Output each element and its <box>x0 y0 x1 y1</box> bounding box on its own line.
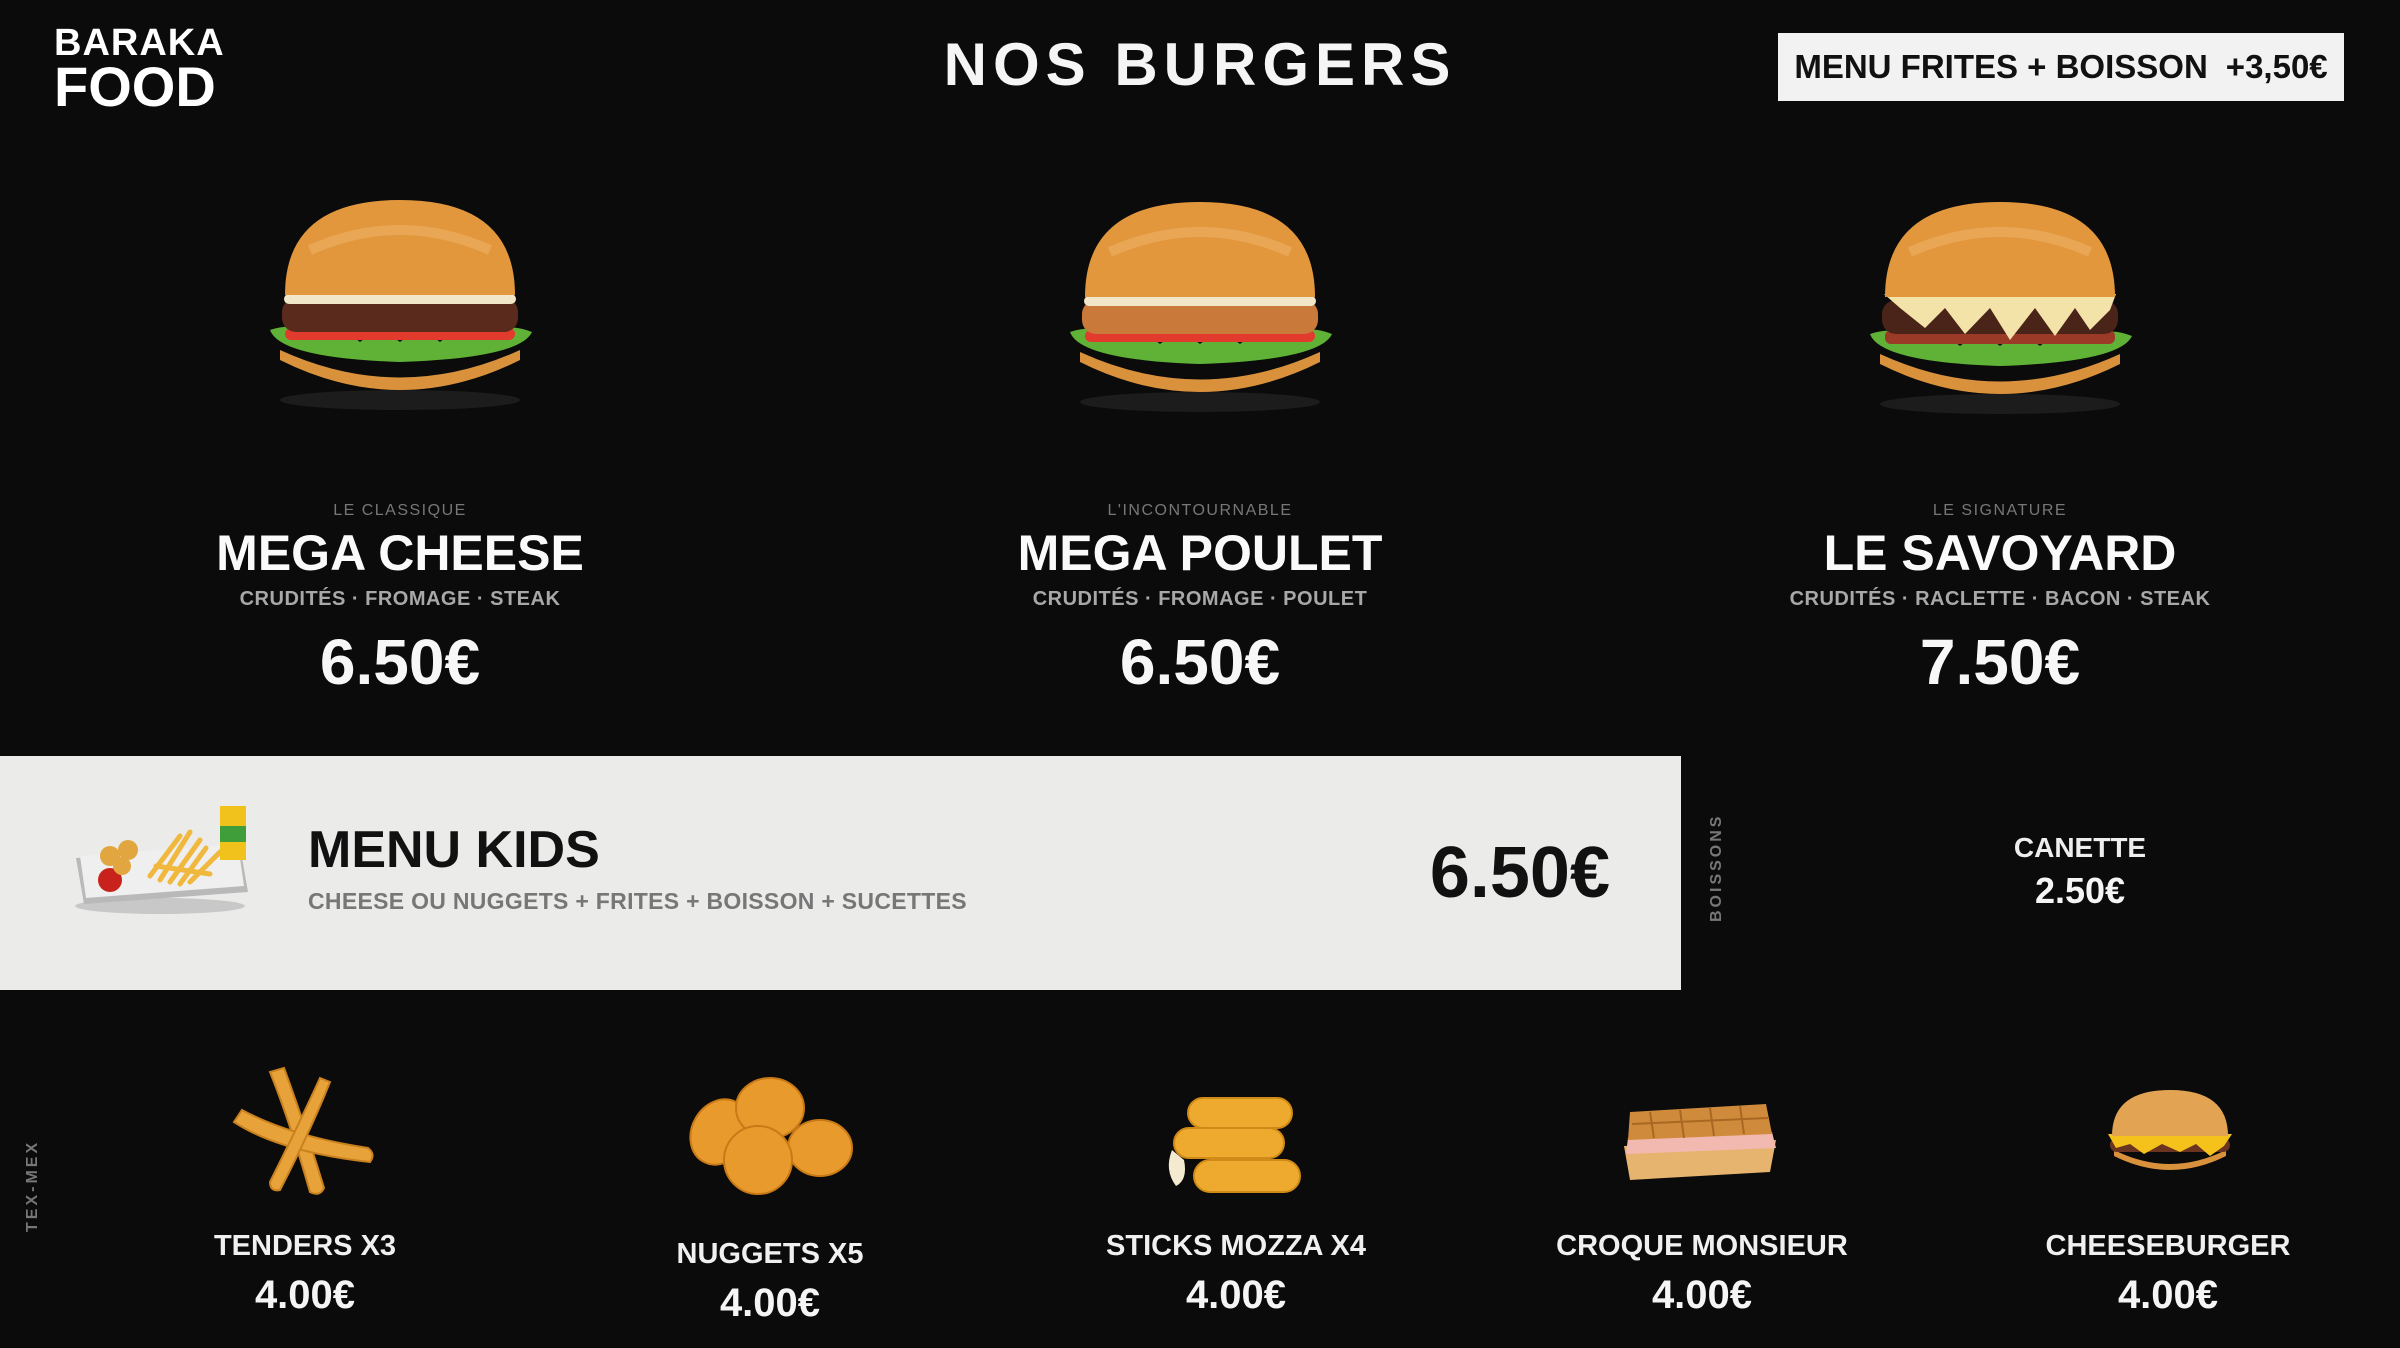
burger-name: LE SAVOYARD <box>1823 525 2177 581</box>
croque-monsieur-image <box>1624 1104 1776 1180</box>
texmex-item-price: 4.00€ <box>719 1281 821 1325</box>
texmex-item-price: 4.00€ <box>1185 1273 1287 1317</box>
texmex-item: CHEESEBURGER 4.00€ <box>1968 1230 2368 1318</box>
burger-ingredients: CRUDITÉS · FROMAGE · STEAK <box>239 588 561 610</box>
drink-name: CANETTE <box>2013 832 2147 863</box>
burger-image <box>1870 202 2132 414</box>
texmex-item-name: CHEESEBURGER <box>2045 1230 2291 1262</box>
burger-image <box>270 200 532 410</box>
burger-tag: LE CLASSIQUE <box>333 502 467 519</box>
texmex-item: NUGGETS X5 4.00€ <box>570 1238 970 1326</box>
drinks-section-label: BOISSONS <box>1708 813 1725 922</box>
burger-price: 6.50€ <box>319 626 481 698</box>
burger-ingredients: CRUDITÉS · FROMAGE · POULET <box>1032 588 1368 610</box>
texmex-item-name: STICKS MOZZA X4 <box>1106 1230 1366 1262</box>
combo-badge: MENU FRITES + BOISSON +3,50€ <box>1778 33 2344 101</box>
cheeseburger-image <box>2108 1090 2232 1170</box>
tenders-image <box>232 1066 374 1195</box>
texmex-item-price: 4.00€ <box>1651 1273 1753 1317</box>
burger-card: LE SIGNATURE LE SAVOYARD CRUDITÉS · RACL… <box>1600 190 2400 699</box>
burger-price: 6.50€ <box>1119 626 1281 698</box>
texmex-item-price: 4.00€ <box>254 1273 356 1317</box>
texmex-section-label: TEX-MEX <box>24 1139 41 1232</box>
burger-image <box>1070 202 1332 412</box>
texmex-item-price: 4.00€ <box>2117 1273 2219 1317</box>
burger-tag: LE SIGNATURE <box>1932 502 2068 519</box>
combo-label: MENU FRITES + BOISSON <box>1794 48 2208 85</box>
kids-menu-description: CHEESE OU NUGGETS + FRITES + BOISSON + S… <box>308 888 967 914</box>
texmex-item: STICKS MOZZA X4 4.00€ <box>1036 1230 1436 1318</box>
texmex-item: CROQUE MONSIEUR 4.00€ <box>1502 1230 1902 1318</box>
drink-price: 2.50€ <box>2034 870 2126 911</box>
texmex-item: TENDERS X3 4.00€ <box>105 1230 505 1318</box>
kids-menu-price: 6.50€ <box>1429 833 1610 913</box>
burger-name: MEGA POULET <box>1017 525 1383 581</box>
burger-card: LE CLASSIQUE MEGA CHEESE CRUDITÉS · FROM… <box>0 190 800 699</box>
burger-name: MEGA CHEESE <box>216 525 584 581</box>
burger-price: 7.50€ <box>1919 626 2081 698</box>
burger-card: L'INCONTOURNABLE MEGA POULET CRUDITÉS · … <box>800 190 1600 699</box>
burger-tag: L'INCONTOURNABLE <box>1107 502 1293 519</box>
texmex-item-name: CROQUE MONSIEUR <box>1556 1230 1848 1262</box>
combo-price: +3,50€ <box>2225 48 2328 85</box>
burger-ingredients: CRUDITÉS · RACLETTE · BACON · STEAK <box>1789 588 2211 610</box>
texmex-item-name: TENDERS X3 <box>213 1230 397 1262</box>
mozza-sticks-image <box>1168 1097 1301 1193</box>
kids-menu-name: MENU KIDS <box>308 821 600 879</box>
kids-meal-image <box>75 806 248 914</box>
nuggets-image <box>689 1077 853 1195</box>
texmex-item-name: NUGGETS X5 <box>676 1238 864 1270</box>
drink-item: CANETTE 2.50€ <box>1930 832 2230 912</box>
